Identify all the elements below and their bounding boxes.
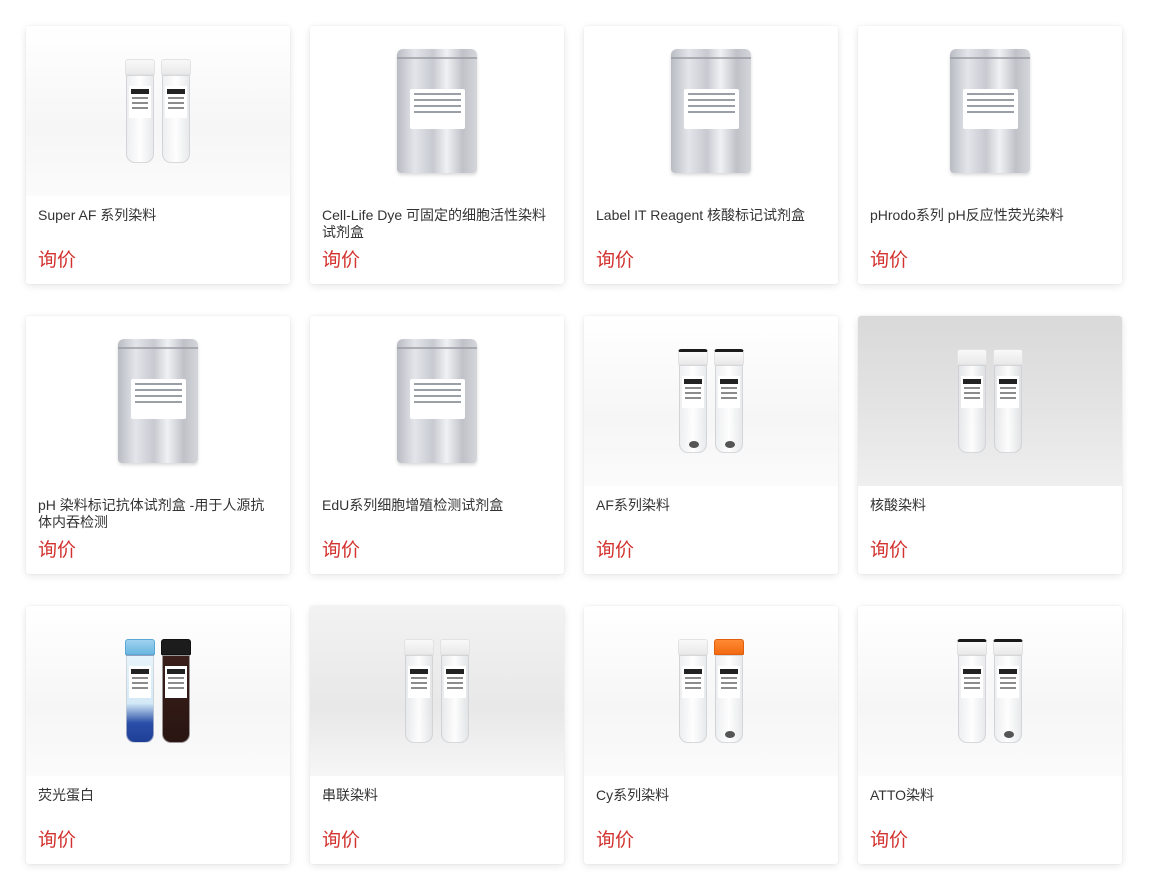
inquiry-price-link[interactable]: 询价 [596, 249, 634, 273]
vial-image [957, 639, 1023, 743]
product-image[interactable] [858, 26, 1122, 196]
product-title[interactable]: pHrodo系列 pH反应性荧光染料 [870, 207, 1110, 224]
inquiry-price-link[interactable]: 询价 [322, 539, 360, 563]
product-image[interactable] [310, 606, 564, 776]
product-image[interactable] [26, 316, 290, 486]
product-card-cell-life-dye[interactable]: Cell-Life Dye 可固定的细胞活性染料试剂盒 询价 [310, 26, 564, 284]
product-image[interactable] [858, 316, 1122, 486]
product-card-tandem-dyes[interactable]: 串联染料 询价 [310, 606, 564, 864]
product-image[interactable] [858, 606, 1122, 776]
product-card-cy-dyes[interactable]: Cy系列染料 询价 [584, 606, 838, 864]
product-image[interactable] [584, 26, 838, 196]
product-title[interactable]: Super AF 系列染料 [38, 207, 278, 224]
foil-pouch-image [118, 339, 198, 463]
foil-pouch-image [671, 49, 751, 173]
product-card-super-af[interactable]: Super AF 系列染料 询价 [26, 26, 290, 284]
product-grid: Super AF 系列染料 询价 Cell-Life Dye 可固定的细胞活性染… [0, 0, 1160, 894]
product-title[interactable]: AF系列染料 [596, 497, 826, 514]
product-image[interactable] [26, 26, 290, 196]
inquiry-price-link[interactable]: 询价 [38, 249, 76, 273]
product-card-nucleic-acid-dyes[interactable]: 核酸染料 询价 [858, 316, 1122, 574]
product-card-phrodo[interactable]: pHrodo系列 pH反应性荧光染料 询价 [858, 26, 1122, 284]
inquiry-price-link[interactable]: 询价 [870, 539, 908, 563]
inquiry-price-link[interactable]: 询价 [38, 829, 76, 853]
product-image[interactable] [26, 606, 290, 776]
inquiry-price-link[interactable]: 询价 [596, 539, 634, 563]
inquiry-price-link[interactable]: 询价 [870, 249, 908, 273]
inquiry-price-link[interactable]: 询价 [38, 539, 76, 563]
product-title[interactable]: 荧光蛋白 [38, 787, 278, 804]
product-title[interactable]: pH 染料标记抗体试剂盒 -用于人源抗体内吞检测 [38, 497, 278, 531]
product-image[interactable] [584, 606, 838, 776]
inquiry-price-link[interactable]: 询价 [870, 829, 908, 853]
product-image[interactable] [310, 26, 564, 196]
inquiry-price-link[interactable]: 询价 [596, 829, 634, 853]
product-title[interactable]: 串联染料 [322, 787, 552, 804]
foil-pouch-image [397, 49, 477, 173]
vial-image [678, 639, 744, 743]
inquiry-price-link[interactable]: 询价 [322, 249, 360, 273]
vial-image [125, 639, 191, 743]
product-title[interactable]: Cell-Life Dye 可固定的细胞活性染料试剂盒 [322, 207, 552, 241]
product-title[interactable]: Cy系列染料 [596, 787, 826, 804]
foil-pouch-image [950, 49, 1030, 173]
product-image[interactable] [310, 316, 564, 486]
product-card-edu-kit[interactable]: EdU系列细胞增殖检测试剂盒 询价 [310, 316, 564, 574]
vial-image [404, 639, 470, 743]
product-card-af-dyes[interactable]: AF系列染料 询价 [584, 316, 838, 574]
vial-image [957, 349, 1023, 453]
foil-pouch-image [397, 339, 477, 463]
product-title[interactable]: 核酸染料 [870, 497, 1110, 514]
vial-image [125, 59, 191, 163]
product-title[interactable]: EdU系列细胞增殖检测试剂盒 [322, 497, 552, 514]
product-card-atto-dyes[interactable]: ATTO染料 询价 [858, 606, 1122, 864]
product-title[interactable]: ATTO染料 [870, 787, 1110, 804]
product-title[interactable]: Label IT Reagent 核酸标记试剂盒 [596, 207, 826, 224]
product-card-fluorescent-proteins[interactable]: 荧光蛋白 询价 [26, 606, 290, 864]
inquiry-price-link[interactable]: 询价 [322, 829, 360, 853]
vial-image [678, 349, 744, 453]
product-card-ph-antibody-kit[interactable]: pH 染料标记抗体试剂盒 -用于人源抗体内吞检测 询价 [26, 316, 290, 574]
product-image[interactable] [584, 316, 838, 486]
product-card-label-it[interactable]: Label IT Reagent 核酸标记试剂盒 询价 [584, 26, 838, 284]
